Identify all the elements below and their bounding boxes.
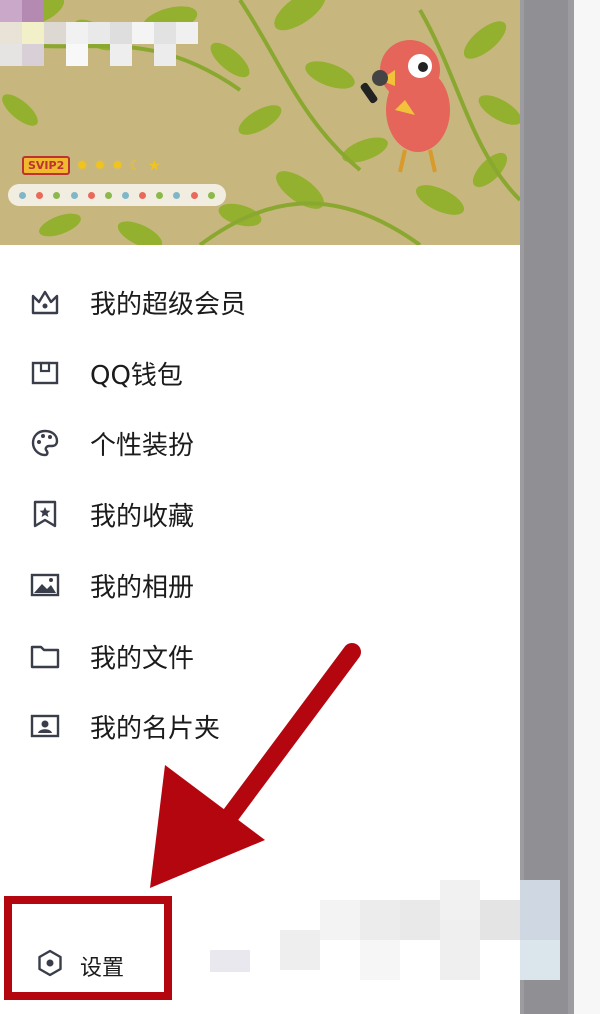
menu-item-label: 我的收藏 (90, 501, 195, 532)
settings-button[interactable]: 设置 (0, 892, 180, 1004)
sun-icon: ✹ (93, 157, 106, 174)
menu-item-label: QQ钱包 (90, 360, 183, 391)
hexagon-settings-icon (36, 949, 64, 977)
menu-item-label: 我的相册 (90, 572, 195, 603)
menu-item-label: 我的名片夹 (90, 713, 221, 744)
menu-item-label: 我的文件 (90, 643, 195, 674)
star-icon: ★ (148, 157, 161, 174)
menu-item-albums[interactable]: 我的相册 (0, 555, 520, 615)
menu-item-files[interactable]: 我的文件 (0, 626, 520, 686)
menu-item-business-cards[interactable]: 我的名片夹 (0, 696, 520, 756)
moon-icon: ☾ (129, 157, 143, 174)
menu-item-label: 我的超级会员 (90, 289, 247, 320)
photo-icon (28, 568, 62, 602)
menu-item-personalize[interactable]: 个性装扮 (0, 413, 520, 473)
contact-card-icon (28, 709, 62, 743)
crown-icon (28, 285, 62, 319)
sun-icon: ✹ (111, 157, 124, 174)
wallet-icon (28, 356, 62, 390)
menu-item-label: 个性装扮 (90, 430, 195, 461)
vip-badges[interactable]: SVIP2 ✹ ✹ ✹ ☾ ★ (22, 156, 161, 175)
settings-label: 设置 (80, 956, 125, 981)
menu-item-super-vip[interactable]: 我的超级会员 (0, 272, 520, 332)
profile-header[interactable]: SVIP2 ✹ ✹ ✹ ☾ ★ (0, 0, 520, 245)
level-dots-bar (8, 184, 226, 206)
menu-item-favorites[interactable]: 我的收藏 (0, 484, 520, 544)
palette-icon (28, 426, 62, 460)
svip-badge: SVIP2 (22, 156, 71, 175)
sun-icon: ✹ (76, 157, 88, 174)
blurred-nickname (0, 0, 198, 66)
folder-icon (28, 639, 62, 673)
bookmark-star-icon (28, 497, 62, 531)
highlight-box (4, 896, 172, 1000)
blurred-region (200, 860, 600, 1014)
menu-item-qq-wallet[interactable]: QQ钱包 (0, 343, 520, 403)
